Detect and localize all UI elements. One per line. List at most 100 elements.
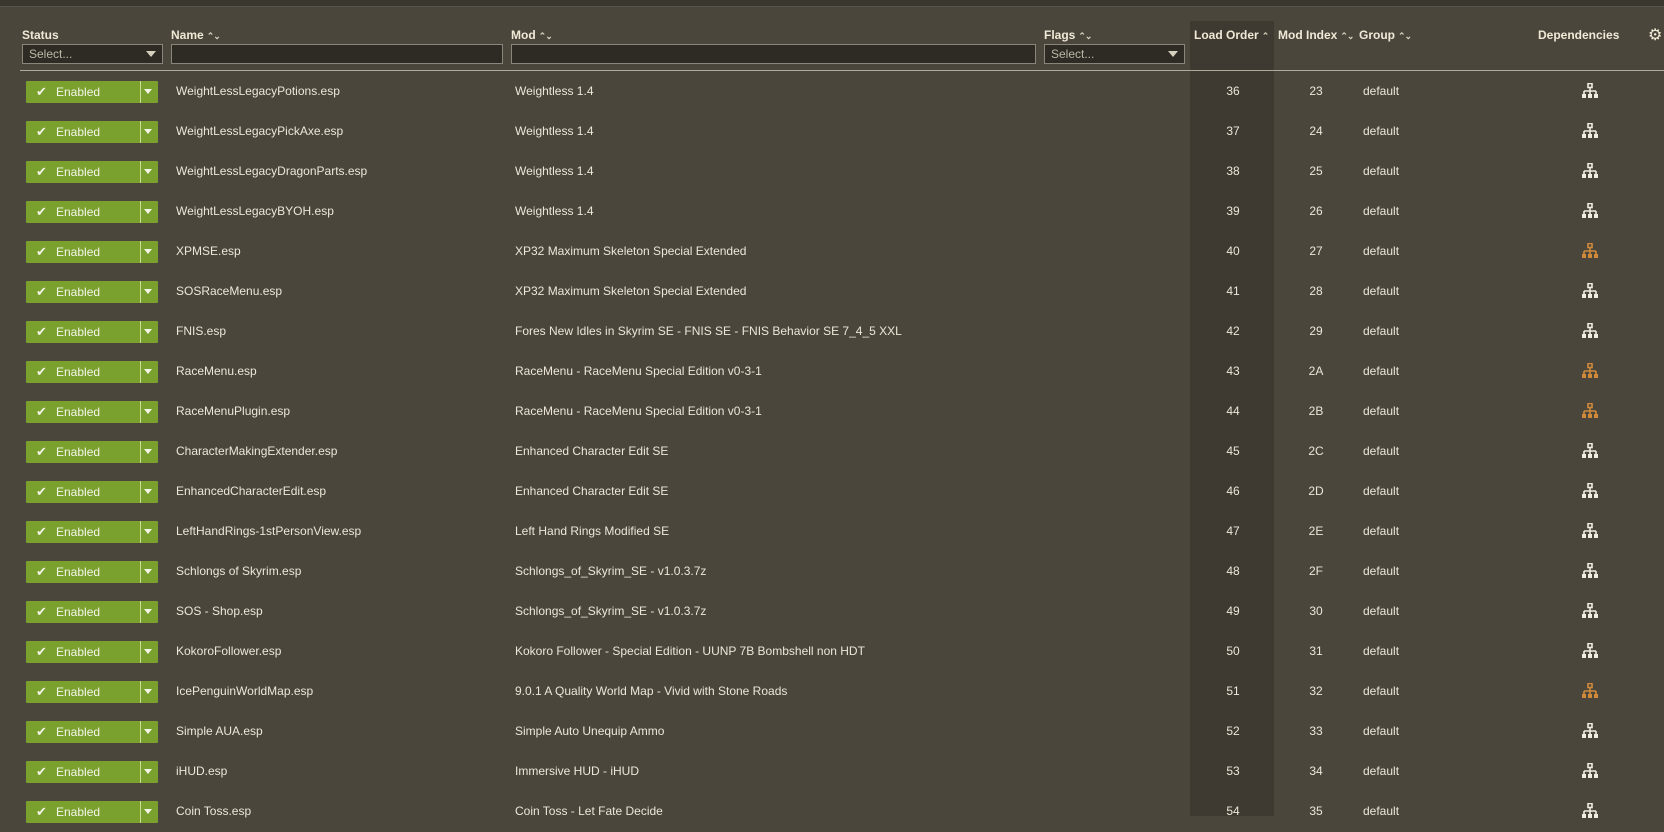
- status-main-button[interactable]: ✔ Enabled: [26, 441, 140, 463]
- dependencies-icon[interactable]: [1581, 763, 1599, 779]
- dependencies-icon[interactable]: [1581, 563, 1599, 579]
- status-main-button[interactable]: ✔ Enabled: [26, 241, 140, 263]
- dependencies-icon[interactable]: [1581, 203, 1599, 219]
- chevron-down-icon[interactable]: [144, 689, 152, 694]
- table-row[interactable]: ✔ Enabled KokoroFollower.esp Kokoro Foll…: [0, 632, 1664, 672]
- status-toggle-button[interactable]: ✔ Enabled: [26, 761, 158, 783]
- status-toggle-button[interactable]: ✔ Enabled: [26, 161, 158, 183]
- status-filter-select[interactable]: Select...: [22, 44, 163, 64]
- table-row[interactable]: ✔ Enabled LeftHandRings-1stPersonView.es…: [0, 512, 1664, 552]
- dependencies-icon[interactable]: [1581, 323, 1599, 339]
- status-main-button[interactable]: ✔ Enabled: [26, 641, 140, 663]
- chevron-down-icon[interactable]: [144, 569, 152, 574]
- column-header-name[interactable]: Name ⌃⌄: [171, 28, 221, 42]
- chevron-down-icon[interactable]: [144, 129, 152, 134]
- table-row[interactable]: ✔ Enabled Coin Toss.esp Coin Toss - Let …: [0, 792, 1664, 832]
- column-header-mod[interactable]: Mod ⌃⌄: [511, 28, 553, 42]
- status-main-button[interactable]: ✔ Enabled: [26, 361, 140, 383]
- status-main-button[interactable]: ✔ Enabled: [26, 521, 140, 543]
- table-row[interactable]: ✔ Enabled iHUD.esp Immersive HUD - iHUD …: [0, 752, 1664, 792]
- status-main-button[interactable]: ✔ Enabled: [26, 481, 140, 503]
- status-toggle-button[interactable]: ✔ Enabled: [26, 801, 158, 823]
- table-row[interactable]: ✔ Enabled SOS - Shop.esp Schlongs_of_Sky…: [0, 592, 1664, 632]
- column-header-mod-index[interactable]: Mod Index ⌃⌄: [1278, 28, 1354, 42]
- table-row[interactable]: ✔ Enabled RaceMenuPlugin.esp RaceMenu - …: [0, 392, 1664, 432]
- dependencies-icon[interactable]: [1581, 403, 1599, 419]
- dependencies-icon[interactable]: [1581, 683, 1599, 699]
- status-toggle-button[interactable]: ✔ Enabled: [26, 401, 158, 423]
- table-row[interactable]: ✔ Enabled WeightLessLegacyBYOH.esp Weigh…: [0, 192, 1664, 232]
- status-toggle-button[interactable]: ✔ Enabled: [26, 441, 158, 463]
- status-main-button[interactable]: ✔ Enabled: [26, 121, 140, 143]
- column-header-load-order[interactable]: Load Order ⌃: [1194, 28, 1269, 42]
- status-toggle-button[interactable]: ✔ Enabled: [26, 681, 158, 703]
- mod-filter-input[interactable]: [511, 44, 1036, 64]
- chevron-down-icon[interactable]: [144, 169, 152, 174]
- chevron-down-icon[interactable]: [144, 449, 152, 454]
- status-main-button[interactable]: ✔ Enabled: [26, 601, 140, 623]
- table-row[interactable]: ✔ Enabled XPMSE.esp XP32 Maximum Skeleto…: [0, 232, 1664, 272]
- dependencies-icon[interactable]: [1581, 243, 1599, 259]
- chevron-down-icon[interactable]: [144, 729, 152, 734]
- chevron-down-icon[interactable]: [144, 489, 152, 494]
- status-main-button[interactable]: ✔ Enabled: [26, 81, 140, 103]
- table-row[interactable]: ✔ Enabled WeightLessLegacyPotions.esp We…: [0, 72, 1664, 112]
- status-toggle-button[interactable]: ✔ Enabled: [26, 721, 158, 743]
- column-header-status[interactable]: Status: [22, 28, 59, 42]
- status-toggle-button[interactable]: ✔ Enabled: [26, 561, 158, 583]
- chevron-down-icon[interactable]: [144, 409, 152, 414]
- column-header-group[interactable]: Group ⌃⌄: [1359, 28, 1412, 42]
- table-row[interactable]: ✔ Enabled EnhancedCharacterEdit.esp Enha…: [0, 472, 1664, 512]
- table-row[interactable]: ✔ Enabled RaceMenu.esp RaceMenu - RaceMe…: [0, 352, 1664, 392]
- status-toggle-button[interactable]: ✔ Enabled: [26, 281, 158, 303]
- status-toggle-button[interactable]: ✔ Enabled: [26, 241, 158, 263]
- gear-icon[interactable]: ⚙: [1648, 25, 1662, 45]
- chevron-down-icon[interactable]: [144, 249, 152, 254]
- status-main-button[interactable]: ✔ Enabled: [26, 321, 140, 343]
- chevron-down-icon[interactable]: [144, 89, 152, 94]
- dependencies-icon[interactable]: [1581, 723, 1599, 739]
- status-toggle-button[interactable]: ✔ Enabled: [26, 641, 158, 663]
- table-row[interactable]: ✔ Enabled Schlongs of Skyrim.esp Schlong…: [0, 552, 1664, 592]
- table-row[interactable]: ✔ Enabled WeightLessLegacyPickAxe.esp We…: [0, 112, 1664, 152]
- table-row[interactable]: ✔ Enabled FNIS.esp Fores New Idles in Sk…: [0, 312, 1664, 352]
- status-toggle-button[interactable]: ✔ Enabled: [26, 321, 158, 343]
- name-filter-input[interactable]: [171, 44, 503, 64]
- table-row[interactable]: ✔ Enabled Simple AUA.esp Simple Auto Une…: [0, 712, 1664, 752]
- flags-filter-select[interactable]: Select...: [1044, 44, 1185, 64]
- chevron-down-icon[interactable]: [144, 529, 152, 534]
- chevron-down-icon[interactable]: [144, 289, 152, 294]
- status-toggle-button[interactable]: ✔ Enabled: [26, 481, 158, 503]
- status-toggle-button[interactable]: ✔ Enabled: [26, 121, 158, 143]
- status-main-button[interactable]: ✔ Enabled: [26, 281, 140, 303]
- dependencies-icon[interactable]: [1581, 123, 1599, 139]
- table-row[interactable]: ✔ Enabled WeightLessLegacyDragonParts.es…: [0, 152, 1664, 192]
- dependencies-icon[interactable]: [1581, 83, 1599, 99]
- status-toggle-button[interactable]: ✔ Enabled: [26, 201, 158, 223]
- chevron-down-icon[interactable]: [144, 209, 152, 214]
- chevron-down-icon[interactable]: [144, 329, 152, 334]
- status-toggle-button[interactable]: ✔ Enabled: [26, 601, 158, 623]
- column-header-flags[interactable]: Flags ⌃⌄: [1044, 28, 1092, 42]
- status-main-button[interactable]: ✔ Enabled: [26, 801, 140, 823]
- chevron-down-icon[interactable]: [144, 369, 152, 374]
- status-toggle-button[interactable]: ✔ Enabled: [26, 521, 158, 543]
- status-main-button[interactable]: ✔ Enabled: [26, 201, 140, 223]
- dependencies-icon[interactable]: [1581, 643, 1599, 659]
- dependencies-icon[interactable]: [1581, 603, 1599, 619]
- status-toggle-button[interactable]: ✔ Enabled: [26, 361, 158, 383]
- status-main-button[interactable]: ✔ Enabled: [26, 561, 140, 583]
- dependencies-icon[interactable]: [1581, 483, 1599, 499]
- status-main-button[interactable]: ✔ Enabled: [26, 161, 140, 183]
- chevron-down-icon[interactable]: [144, 609, 152, 614]
- dependencies-icon[interactable]: [1581, 523, 1599, 539]
- dependencies-icon[interactable]: [1581, 803, 1599, 819]
- table-row[interactable]: ✔ Enabled CharacterMakingExtender.esp En…: [0, 432, 1664, 472]
- dependencies-icon[interactable]: [1581, 363, 1599, 379]
- chevron-down-icon[interactable]: [144, 649, 152, 654]
- table-row[interactable]: ✔ Enabled IcePenguinWorldMap.esp 9.0.1 A…: [0, 672, 1664, 712]
- status-main-button[interactable]: ✔ Enabled: [26, 401, 140, 423]
- chevron-down-icon[interactable]: [144, 769, 152, 774]
- status-main-button[interactable]: ✔ Enabled: [26, 761, 140, 783]
- chevron-down-icon[interactable]: [144, 809, 152, 814]
